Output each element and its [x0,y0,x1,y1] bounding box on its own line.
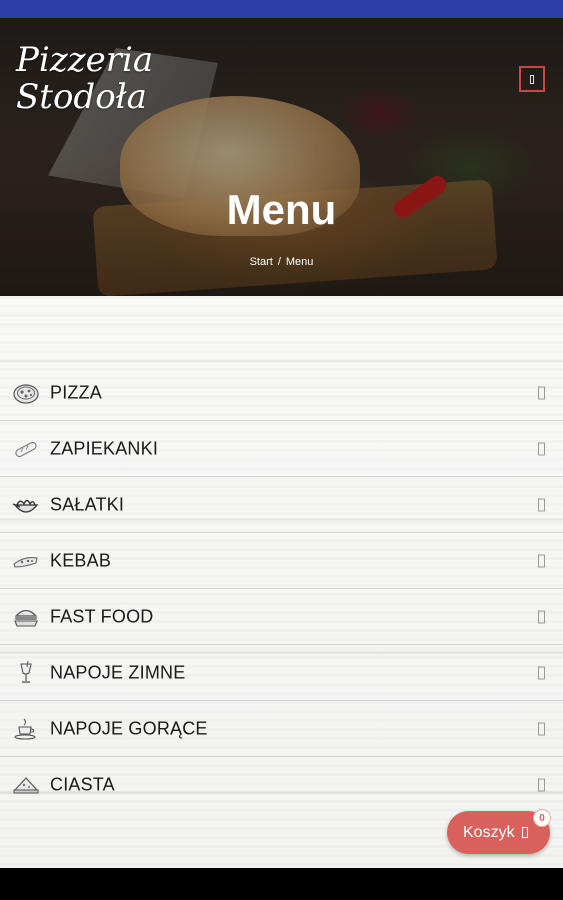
category-item-pizza[interactable]: PIZZA [0,365,563,421]
category-label: CIASTA [50,774,115,795]
chevron-right-icon [538,554,545,567]
burger-icon [14,609,38,627]
category-item-kebab[interactable]: KEBAB [0,533,563,589]
chevron-right-icon [538,722,545,735]
baguette-icon [15,441,37,457]
category-label: NAPOJE ZIMNE [50,662,186,682]
hot-drink-icon [14,718,36,740]
logo-line-2: Stodoła [16,77,147,117]
site-logo[interactable]: Pizzeria Stodoła [16,42,153,116]
cart-count-badge: 0 [534,810,550,826]
cake-icon [13,777,39,794]
category-item-napoje-zimne[interactable]: NAPOJE ZIMNE [0,645,563,701]
cold-drink-icon [20,660,32,683]
category-label: FAST FOOD [50,606,154,626]
menu-toggle-glyph [530,74,534,84]
chevron-right-icon [538,498,545,511]
chevron-right-icon [538,778,545,792]
hamburger-icon[interactable] [519,66,545,92]
category-item-salatki[interactable]: SAŁATKI [0,477,563,533]
category-label: KEBAB [50,550,112,570]
category-item-ciasta[interactable]: CIASTA [0,757,563,813]
cart-icon [521,827,528,838]
breadcrumb-separator: / [277,256,281,268]
logo-line-1: Pizzeria [16,40,154,80]
chevron-right-icon [538,442,545,455]
kebab-wrap-icon [13,556,38,568]
breadcrumb-home-link[interactable]: Start [250,256,273,268]
category-label: PIZZA [50,382,103,402]
page-title: Menu [226,186,337,233]
chevron-right-icon [538,386,545,399]
menu-content: PIZZA ZAPIEKANKI SAŁATKI KEBAB FAST FOOD… [0,296,563,868]
category-item-zapiekanki[interactable]: ZAPIEKANKI [0,421,563,477]
system-navigation-bar [0,868,563,900]
category-item-napoje-gorace[interactable]: NAPOJE GORĄCE [0,701,563,757]
chevron-right-icon [538,610,545,623]
breadcrumb: Start / Menu [0,256,563,268]
category-label: SAŁATKI [50,494,125,514]
category-list: PIZZA ZAPIEKANKI SAŁATKI KEBAB FAST FOOD… [0,365,563,813]
cart-label: Koszyk [463,823,515,841]
salad-bowl-icon [12,499,39,513]
chevron-right-icon [538,666,545,679]
category-label: ZAPIEKANKI [50,438,159,458]
status-bar [0,0,563,18]
hero-banner: Pizzeria Stodoła Menu Start / Menu [0,18,563,296]
category-label: NAPOJE GORĄCE [50,718,208,738]
category-item-fast-food[interactable]: FAST FOOD [0,589,563,645]
breadcrumb-current: Menu [285,256,314,268]
pizza-icon [13,383,39,404]
